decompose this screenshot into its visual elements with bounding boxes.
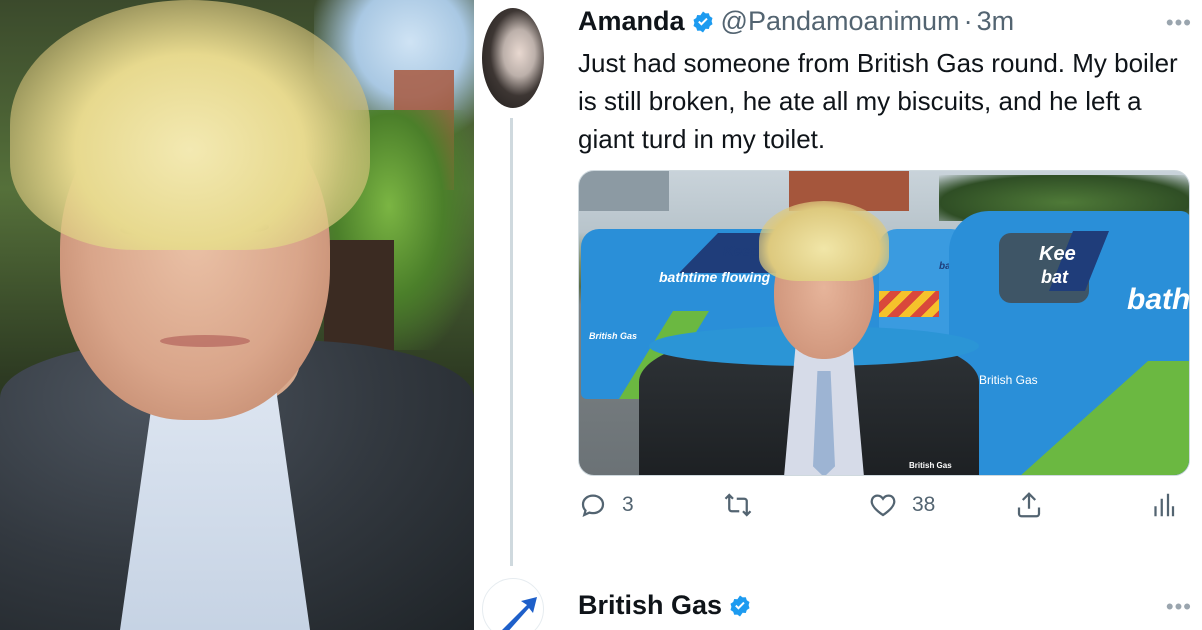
media-van-slogan-2: bathtime flowing <box>659 269 771 285</box>
retweet-icon <box>724 493 752 517</box>
media-van-small-brand: British Gas <box>589 331 638 341</box>
handle[interactable]: @Pandamoanimum <box>721 6 960 37</box>
photo-mouth <box>160 335 250 347</box>
media-van-right-text-2: bat <box>1041 267 1068 287</box>
media-van-right-brand: British Gas <box>979 373 1038 387</box>
like-count: 38 <box>912 493 936 516</box>
reply-verified-icon <box>730 595 750 616</box>
reply-more-options-icon[interactable]: ••• <box>1166 594 1192 620</box>
reply-display-name[interactable]: British Gas <box>578 590 722 621</box>
thread-line <box>510 118 513 566</box>
analytics-button[interactable] <box>1148 490 1178 520</box>
separator-dot: · <box>963 6 973 36</box>
reply-header: British Gas <box>578 590 758 621</box>
tweet-actions: 3 38 <box>578 490 1178 530</box>
avatar[interactable] <box>482 8 544 108</box>
reply-button[interactable]: 3 <box>578 490 634 520</box>
tweet-text: Just had someone from British Gas round.… <box>578 48 1178 154</box>
display-name[interactable]: Amanda <box>578 6 685 37</box>
reply-count: 3 <box>622 493 634 516</box>
verified-icon <box>693 11 713 32</box>
tweet-header: Amanda @Pandamoanimum · 3m <box>578 6 1014 37</box>
media-person-hair <box>759 201 889 281</box>
british-gas-logo-icon <box>502 597 537 630</box>
tweet-media-image[interactable]: Keeping bathtime flowing British Gas bat… <box>578 170 1190 476</box>
left-photo <box>0 0 474 630</box>
media-building <box>579 171 669 211</box>
heart-icon <box>870 494 896 517</box>
tweet-panel: Amanda @Pandamoanimum · 3m ••• Just had … <box>474 0 1202 630</box>
share-icon <box>1017 492 1041 518</box>
media-coat-badge: British Gas <box>909 461 952 470</box>
british-gas-avatar[interactable] <box>482 578 544 630</box>
analytics-icon <box>1154 493 1175 517</box>
media-van-right-text-1: Kee <box>1039 243 1076 265</box>
media-van-right-text-3: bath <box>1127 283 1190 316</box>
share-button[interactable] <box>1014 490 1044 520</box>
media-van-hazard-stripe <box>879 291 939 317</box>
timestamp[interactable]: 3m <box>977 6 1015 37</box>
photo-hair <box>10 0 370 250</box>
reply-icon <box>581 494 605 518</box>
more-options-icon[interactable]: ••• <box>1166 10 1192 36</box>
retweet-button[interactable] <box>723 490 767 520</box>
like-button[interactable]: 38 <box>868 490 935 520</box>
